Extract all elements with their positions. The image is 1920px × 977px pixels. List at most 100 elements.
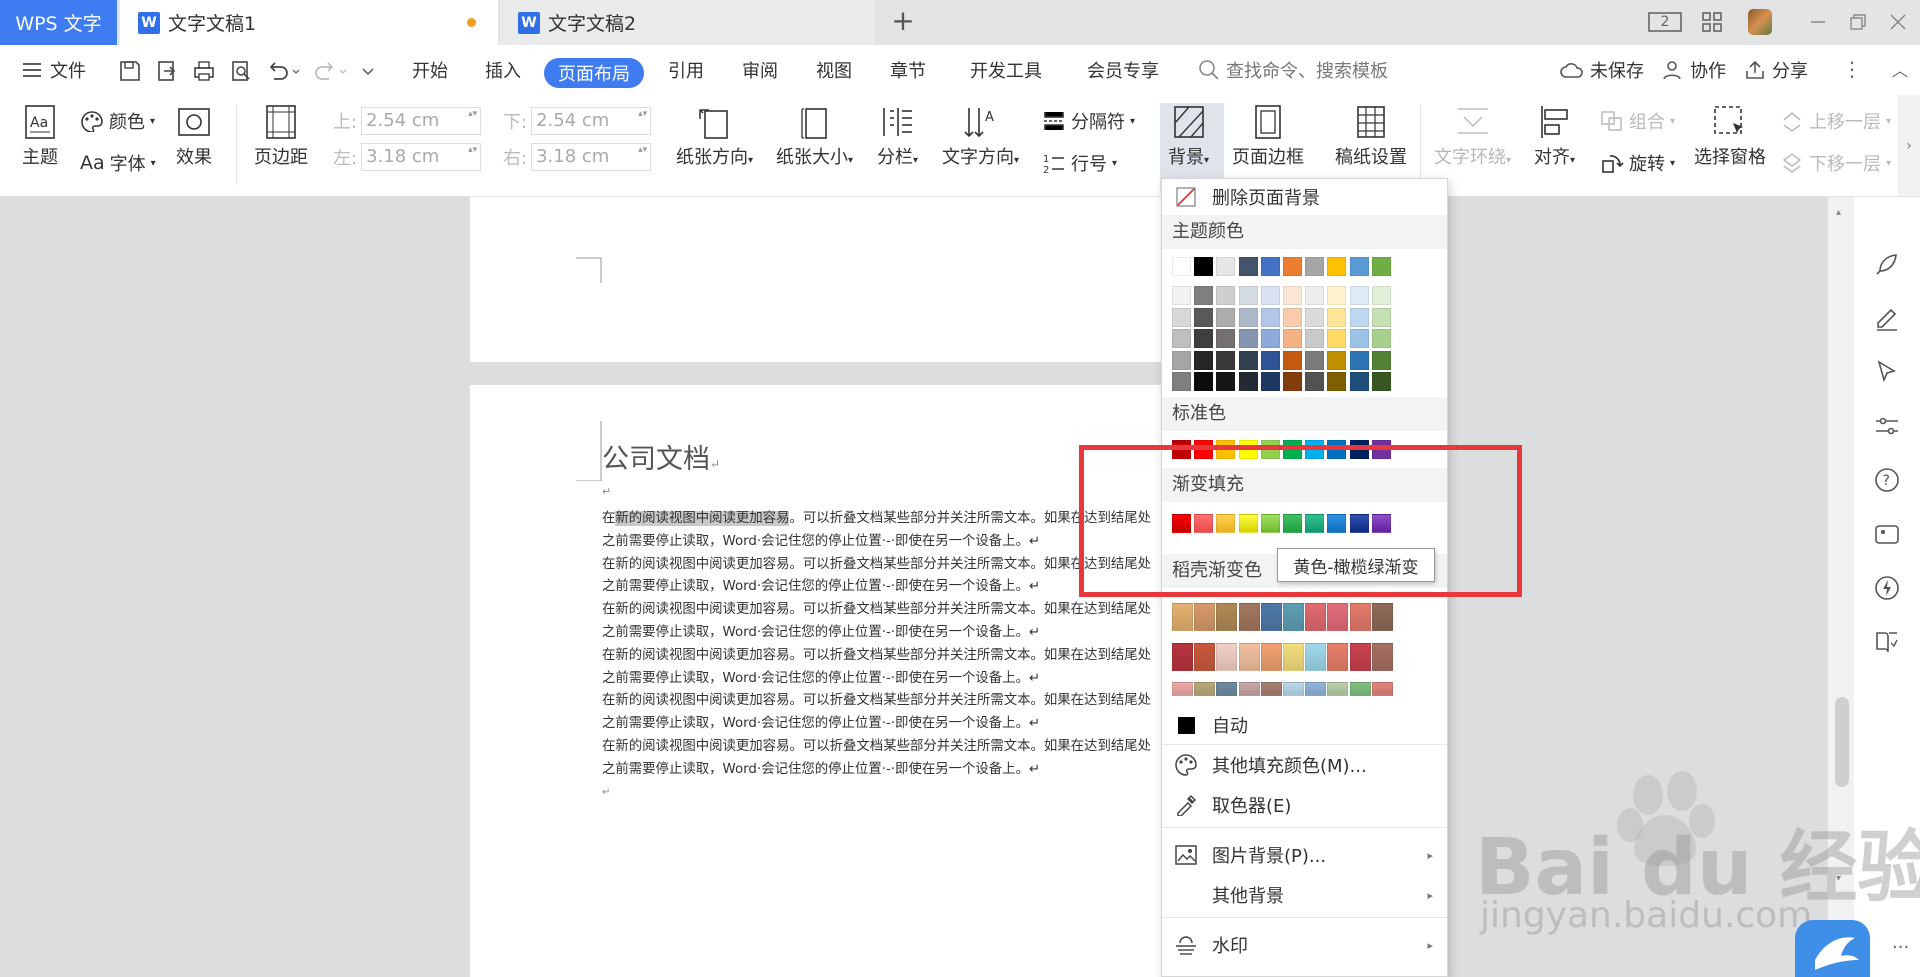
shell-gradient-swatch[interactable] [1327,603,1349,631]
font-button[interactable]: Aa 字体 ▾ [80,150,156,176]
shell-gradient-swatch[interactable] [1260,643,1282,671]
shell-gradient-swatch[interactable] [1260,682,1282,696]
menu-review[interactable]: 审阅 [742,57,778,83]
top-margin-input[interactable]: 2.54 cm [361,107,482,135]
assistant-bird-icon[interactable] [1795,920,1870,977]
theme-shade-swatch[interactable] [1216,286,1236,305]
minimize-button[interactable] [1804,9,1832,35]
bottom-margin-field[interactable]: 下: 2.54 cm [503,107,652,135]
theme-color-swatch[interactable] [1327,257,1347,276]
bottom-margin-input[interactable]: 2.54 cm [531,107,652,135]
theme-shade-swatch[interactable] [1371,329,1391,348]
customize-toolbar-icon[interactable] [360,59,376,83]
scroll-up-icon[interactable]: ▴ [1836,207,1841,218]
theme-shade-swatch[interactable] [1238,350,1258,370]
shell-gradient-swatch[interactable] [1283,603,1304,631]
redo-icon[interactable] [313,59,347,83]
watermark-item[interactable]: 水印 ▸ [1162,927,1447,963]
save-icon[interactable] [118,59,142,83]
unsaved-status[interactable]: 未保存 [1560,57,1644,83]
more-options-icon[interactable]: ··· [1892,937,1909,958]
file-menu[interactable]: 文件 [22,57,86,83]
shell-gradient-swatch[interactable] [1305,643,1327,671]
shell-gradient-swatch[interactable] [1216,643,1238,671]
auto-color-item[interactable]: 自动 [1162,707,1447,743]
text-wrap-button[interactable]: 文字环绕▾ [1434,105,1511,169]
book-icon[interactable] [1874,629,1900,655]
theme-shade-swatch[interactable] [1305,372,1325,391]
close-button[interactable] [1884,9,1912,35]
lightning-icon[interactable] [1874,575,1900,601]
theme-shade-swatch[interactable] [1371,350,1391,370]
theme-shade-swatch[interactable] [1172,307,1191,327]
restore-button[interactable] [1844,9,1872,35]
theme-shade-swatch[interactable] [1238,329,1258,348]
collapse-ribbon-icon[interactable]: ︿ [1892,57,1908,81]
cursor-icon[interactable] [1874,359,1900,385]
line-number-button[interactable]: 12 行号 ▾ [1042,150,1117,176]
tab-document-1[interactable]: W 文字文稿1 [120,0,498,45]
menu-chapter[interactable]: 章节 [890,57,926,83]
theme-shade-swatch[interactable] [1371,372,1391,391]
scrollbar-thumb[interactable] [1835,697,1849,787]
theme-shade-swatch[interactable] [1216,350,1236,370]
left-margin-field[interactable]: 左: 3.18 cm [333,143,482,171]
theme-shade-swatch[interactable] [1194,329,1214,348]
other-background-item[interactable]: 其他背景 ▸ [1162,877,1447,913]
theme-shade-swatch[interactable] [1238,372,1258,391]
selection-pane-button[interactable]: 选择窗格 [1694,105,1766,169]
theme-color-swatch[interactable] [1305,257,1325,276]
document-title[interactable]: 公司文档↵ [602,437,720,476]
collaborate-button[interactable]: 协作 [1662,57,1726,83]
theme-shade-swatch[interactable] [1283,372,1302,391]
print-icon[interactable] [192,59,216,83]
shell-gradient-swatch[interactable] [1371,682,1393,696]
theme-shade-swatch[interactable] [1305,350,1325,370]
theme-shade-swatch[interactable] [1283,329,1302,348]
theme-shade-swatch[interactable] [1238,286,1258,305]
theme-shade-swatch[interactable] [1283,307,1302,327]
menu-developer[interactable]: 开发工具 [970,57,1042,83]
theme-color-swatch[interactable] [1172,257,1191,276]
separator-button[interactable]: 分隔符 ▾ [1042,108,1135,134]
theme-shade-swatch[interactable] [1260,350,1280,370]
theme-shade-swatch[interactable] [1327,329,1347,348]
new-tab-button[interactable]: + [888,6,918,36]
theme-shade-swatch[interactable] [1371,286,1391,305]
shell-gradient-swatch[interactable] [1349,643,1371,671]
color-picker-item[interactable]: 取色器(E) [1162,787,1447,823]
shell-gradient-swatch[interactable] [1327,682,1349,696]
align-button[interactable]: 对齐▾ [1534,105,1575,169]
theme-shade-swatch[interactable] [1216,372,1236,391]
rocket-icon[interactable] [1874,251,1900,277]
share-button[interactable]: 分享 [1744,57,1808,83]
page-border-button[interactable]: 页面边框 [1232,105,1304,169]
shell-gradient-swatch[interactable] [1216,682,1238,696]
effect-button[interactable]: 效果 [176,105,212,169]
theme-shade-swatch[interactable] [1327,372,1347,391]
theme-shade-swatch[interactable] [1260,329,1280,348]
columns-button[interactable]: 分栏▾ [877,105,918,169]
theme-color-swatch[interactable] [1260,257,1280,276]
theme-shade-swatch[interactable] [1260,372,1280,391]
theme-color-swatch[interactable] [1371,257,1391,276]
paper-size-button[interactable]: 纸张大小▾ [776,105,853,169]
tab-document-2[interactable]: W 文字文稿2 [500,0,875,45]
background-button[interactable]: 背景▾ [1168,105,1209,169]
theme-shade-swatch[interactable] [1283,350,1302,370]
theme-shade-swatch[interactable] [1349,329,1369,348]
theme-color-swatch[interactable] [1283,257,1302,276]
theme-shade-swatch[interactable] [1172,286,1191,305]
shell-gradient-swatch[interactable] [1283,643,1304,671]
left-margin-input[interactable]: 3.18 cm [361,143,482,171]
shell-gradient-swatch[interactable] [1172,643,1193,671]
theme-shade-swatch[interactable] [1371,307,1391,327]
gallery-icon[interactable] [1874,521,1900,547]
shell-gradient-swatch[interactable] [1172,603,1193,631]
theme-shade-swatch[interactable] [1305,307,1325,327]
theme-shade-swatch[interactable] [1260,307,1280,327]
rotate-button[interactable]: 旋转 ▾ [1600,150,1675,176]
shell-gradient-swatch[interactable] [1194,643,1216,671]
theme-color-swatch[interactable] [1349,257,1369,276]
menu-home[interactable]: 开始 [412,57,448,83]
